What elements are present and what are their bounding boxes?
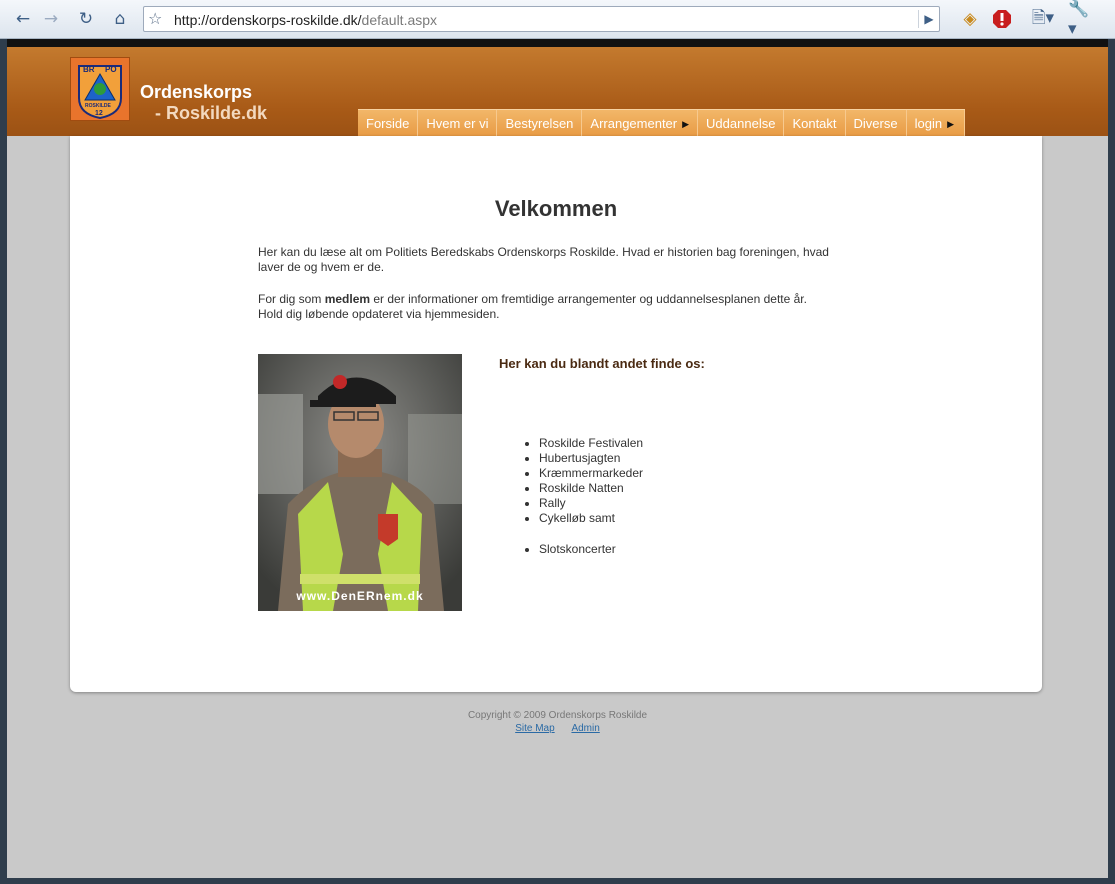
home-icon[interactable]: ⌂ [107, 6, 133, 32]
back-icon[interactable]: ← [10, 6, 36, 32]
footer-links: Site Map Admin [7, 723, 1108, 734]
svg-text:ROSKILDE: ROSKILDE [85, 103, 112, 109]
list-item: Rally [539, 496, 643, 511]
list-item: Roskilde Natten [539, 481, 643, 496]
nav-item-login[interactable]: login ▶ [907, 110, 965, 137]
admin-link[interactable]: Admin [571, 723, 599, 734]
event-list: Roskilde Festivalen Hubertusjagten Kræmm… [521, 436, 643, 526]
nav-item-kontakt[interactable]: Kontakt [784, 110, 846, 137]
member-paragraph: For dig som medlem er der informationer … [258, 292, 807, 321]
forward-icon[interactable]: → [38, 6, 64, 32]
list-item: Slotskoncerter [539, 542, 616, 557]
find-us-heading: Her kan du blandt andet finde os: [499, 356, 705, 371]
site-header: BR PO ROSKILDE 12 Ordenskorps - Roskilde… [7, 47, 1108, 137]
list-item: Cykelløb samt [539, 511, 643, 526]
submenu-arrow-icon: ▶ [947, 118, 954, 129]
footer-copyright: Copyright © 2009 Ordenskorps Roskilde [467, 710, 648, 721]
site-title: Ordenskorps [140, 82, 253, 102]
url-text[interactable]: http://ordenskorps-roskilde.dk/default.a… [174, 12, 437, 28]
stop-extension-icon[interactable] [989, 6, 1015, 32]
bookmark-star-icon[interactable]: ☆ [148, 9, 162, 28]
address-bar[interactable]: ☆ http://ordenskorps-roskilde.dk/default… [143, 6, 940, 32]
top-black-bar [7, 39, 1108, 47]
page-title: Velkommen [494, 196, 618, 221]
svg-text:PO: PO [105, 65, 117, 74]
list-item: Roskilde Festivalen [539, 436, 643, 451]
page-viewport: BR PO ROSKILDE 12 Ordenskorps - Roskilde… [7, 39, 1108, 878]
photo-watermark: www.DenERnem.dk [295, 589, 423, 603]
site-subtitle: - Roskilde.dk [155, 103, 268, 123]
list-item: Kræmmermarkeder [539, 466, 643, 481]
svg-text:12: 12 [95, 110, 103, 117]
browser-toolbar: ← → ↻ ⌂ ☆ http://ordenskorps-roskilde.dk… [0, 0, 1115, 39]
nav-item-uddannelse[interactable]: Uddannelse [698, 110, 785, 137]
window-left-edge [0, 39, 7, 884]
nav-item-forside[interactable]: Forside [358, 110, 419, 137]
content-area: Velkommen Her kan du læse alt om Politie… [70, 136, 1042, 692]
browser-window: ← → ↻ ⌂ ☆ http://ordenskorps-roskilde.dk… [0, 0, 1115, 884]
submenu-arrow-icon: ▶ [682, 118, 690, 129]
site-logo[interactable]: BR PO ROSKILDE 12 [70, 57, 130, 121]
list-item: Hubertusjagten [539, 451, 643, 466]
event-list-2: Slotskoncerter [521, 542, 616, 557]
nav-item-diverse[interactable]: Diverse [846, 110, 907, 137]
svg-text:BR: BR [83, 65, 95, 74]
main-nav: Forside Hvem er vi Bestyrelsen Arrangeme… [358, 109, 965, 137]
extension-icon[interactable]: ◈ [957, 6, 983, 32]
nav-item-hvem-er-vi[interactable]: Hvem er vi [418, 110, 498, 137]
window-right-edge [1108, 39, 1115, 884]
reload-icon[interactable]: ↻ [73, 6, 99, 32]
nav-item-arrangementer[interactable]: Arrangementer ▶ [582, 110, 699, 137]
intro-paragraph: Her kan du læse alt om Politiets Beredsk… [258, 245, 829, 274]
nav-item-bestyrelsen[interactable]: Bestyrelsen [497, 110, 583, 137]
officer-photo: www.DenERnem.dk [258, 354, 462, 611]
page-menu-icon[interactable]: 🗎▾ [1030, 6, 1056, 32]
site-map-link[interactable]: Site Map [515, 723, 554, 734]
wrench-icon[interactable]: 🔧▾ [1068, 0, 1094, 39]
window-bottom-edge [0, 878, 1115, 884]
go-icon[interactable]: ▶ [918, 10, 939, 28]
